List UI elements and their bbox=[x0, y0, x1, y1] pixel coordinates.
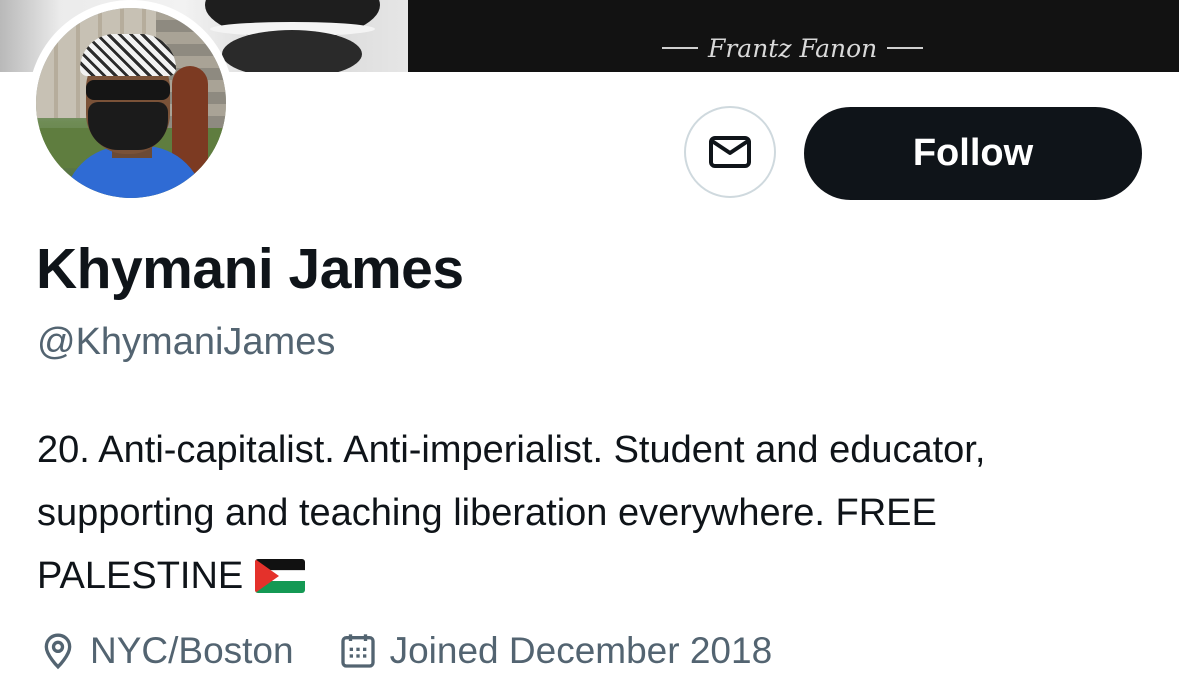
user-handle: @KhymaniJames bbox=[37, 321, 336, 363]
banner-caption: Frantz Fanon bbox=[662, 28, 924, 68]
follow-button[interactable]: Follow bbox=[804, 107, 1142, 200]
follow-button-label: Follow bbox=[912, 132, 1034, 174]
location-pin-icon bbox=[38, 631, 78, 671]
bio-text: 20. Anti-capitalist. Anti-imperialist. S… bbox=[37, 429, 986, 597]
location-item: NYC/Boston bbox=[38, 630, 294, 672]
profile-meta: NYC/Boston Joined December 2018 bbox=[38, 626, 772, 676]
banner-caption-text: Frantz Fanon bbox=[708, 33, 878, 63]
joined-text: Joined December 2018 bbox=[389, 630, 773, 671]
envelope-icon bbox=[709, 136, 751, 168]
location-text: NYC/Boston bbox=[90, 630, 294, 671]
joined-item: Joined December 2018 bbox=[338, 630, 773, 672]
message-button[interactable] bbox=[684, 106, 776, 198]
profile-bio: 20. Anti-capitalist. Anti-imperialist. S… bbox=[37, 419, 1097, 608]
palestine-flag-icon bbox=[255, 559, 306, 593]
avatar-photo bbox=[36, 8, 226, 198]
display-name: Khymani James bbox=[36, 237, 464, 301]
calendar-icon bbox=[338, 631, 378, 671]
avatar[interactable] bbox=[28, 0, 234, 206]
